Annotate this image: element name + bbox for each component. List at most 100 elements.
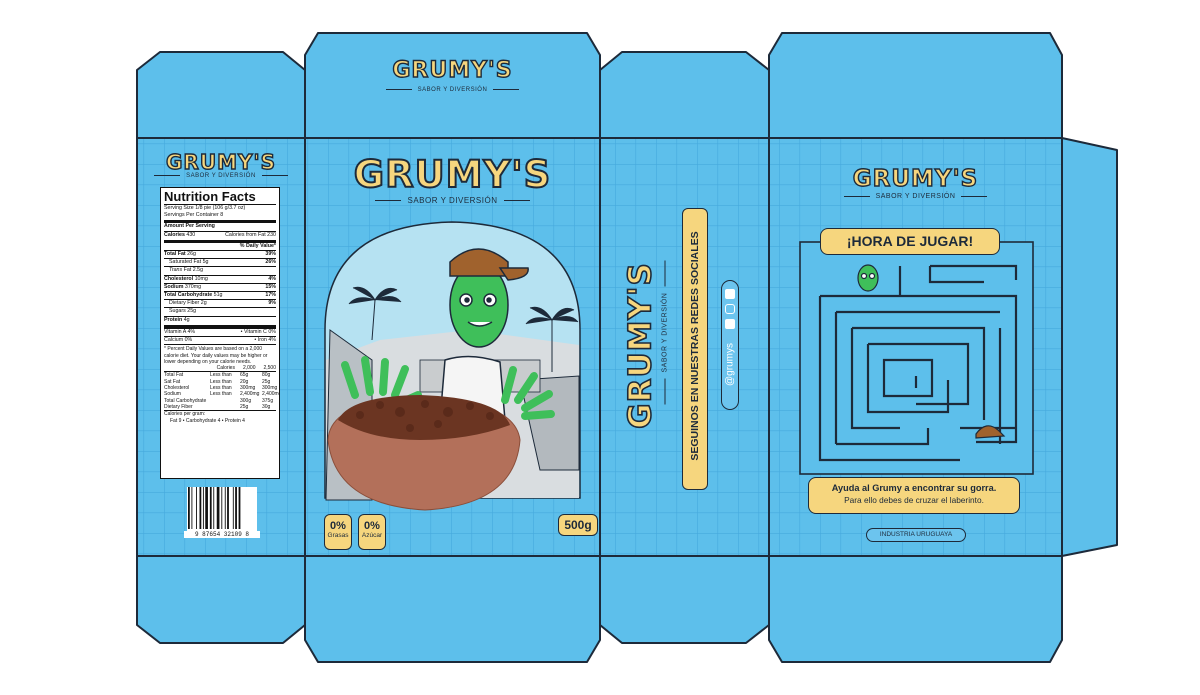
nutrition-row: Total Fat 26g 39% [164, 250, 276, 258]
per-gram-values: Fat 9 • Carbohydrate 4 • Protein 4 [170, 417, 245, 424]
origin-badge: INDUSTRIA URUGUAYA [866, 528, 966, 542]
brand-tagline-top-flap: SABOR Y DIVERSIÓN [306, 87, 599, 93]
nutrition-footnote: * Percent Daily Values are based on a 2,… [164, 344, 276, 365]
nutrition-table-row: Dietary Fiber 25g 30g [164, 403, 271, 410]
nutrition-table-header-cell: Calories [216, 365, 235, 372]
top-flap-front [304, 32, 601, 139]
barcode-bar [205, 487, 208, 529]
brand-logo-side: GRUMY'S [622, 261, 660, 429]
top-flap-side [599, 51, 770, 139]
top-flap-left [136, 51, 306, 139]
glue-flap [1061, 137, 1118, 557]
barcode-number: 9 87654 32109 8 [184, 531, 260, 538]
brand-logo-top-flap: GRUMY'S [392, 58, 513, 83]
nutrition-row: Sugars 25g [164, 307, 276, 315]
nutrition-facts-panel: Nutrition Facts Serving Size 1/8 pie (10… [160, 187, 280, 479]
barcode-bar [227, 487, 229, 529]
brand-logo-left: GRUMY'S [165, 150, 276, 174]
barcode-bar [224, 487, 226, 529]
calories-value: 430 [186, 231, 196, 238]
instagram-icon[interactable] [725, 304, 735, 314]
nutrition-row: Saturated Fat 5g 26% [164, 258, 276, 266]
nutrition-row: Cholesterol 10mg 4% [164, 274, 276, 283]
nutrition-row: Total Carbohydrate 51g 17% [164, 291, 276, 299]
nutrition-rows: Total Fat 26g 39% Saturated Fat 5g 26% Trans… [164, 250, 276, 324]
daily-value-header: % Daily Value* [239, 242, 276, 249]
nutrition-row: Trans Fat 2.5g [164, 266, 276, 274]
grumy-face [857, 264, 879, 292]
nutrition-row-dv: 17% [265, 292, 276, 299]
maze [799, 241, 1034, 475]
nutrition-row-label: Total Carbohydrate 51g [164, 292, 223, 299]
nutrition-row-label: Trans Fat 2.5g [169, 267, 204, 274]
barcode-bar [188, 487, 190, 529]
barcode-bar [199, 487, 202, 529]
barcode-bar [238, 487, 241, 529]
barcode-bar [196, 487, 197, 529]
bottom-flap-back [768, 555, 1063, 663]
maze-instructions: Ayuda al Grumy a encontrar su gorra. Par… [808, 477, 1020, 514]
instruction-sub: Para ello debes de cruzar el laberinto. [844, 495, 984, 505]
vitamin-row: Vitamin A 4% • Vitamin C 0% [164, 327, 276, 335]
servings-per-container: Servings Per Container 8 [164, 212, 224, 219]
per-gram-title: Calories per gram: [164, 410, 276, 417]
brand-logo-front: GRUMY'S [353, 153, 552, 196]
top-flap-back [768, 32, 1063, 139]
brand-logo-back: GRUMY'S [852, 166, 979, 192]
barcode-bar [235, 487, 237, 529]
nutrition-row-dv: 4% [268, 275, 276, 282]
nutrition-row-label: Saturated Fat 5g [169, 259, 209, 266]
barcode-bar [213, 487, 215, 529]
social-handle[interactable]: @grumys [725, 336, 736, 394]
badge-fat-pct: 0% [330, 520, 346, 532]
badge-sugar-label: Azúcar [361, 532, 383, 539]
brand-tagline-back: SABOR Y DIVERSIÓN [770, 193, 1061, 200]
nutrition-row-dv: 39% [265, 251, 276, 258]
social-pill: @grumys [721, 280, 739, 410]
nutrition-row-label: Sugars 25g [169, 308, 197, 315]
game-title: ¡HORA DE JUGAR! [820, 228, 1000, 255]
nutrition-row: Dietary Fiber 2g 9% [164, 299, 276, 307]
badge-fat-label: Grasas [327, 532, 349, 539]
net-weight: 500g [558, 514, 598, 536]
bottom-flap-front [304, 555, 601, 663]
badge-sugar: 0% Azúcar [358, 514, 386, 550]
calories-from-fat: Calories from Fat 230 [225, 231, 276, 238]
nutrition-row-label: Sodium 370mg [164, 283, 202, 290]
cereal-box-dieline: GRUMY'S SABOR Y DIVERSIÓN Nutrition Fact… [0, 0, 1200, 695]
serving-size: Serving Size 1/8 pie (106 g/3.7 oz) [164, 205, 246, 211]
brand-tagline-left: SABOR Y DIVERSIÓN [140, 173, 302, 179]
barcode-bar [216, 487, 220, 529]
bottom-flap-left [136, 555, 306, 644]
front-illustration [324, 221, 581, 511]
nutrition-row-dv: 9% [268, 300, 276, 307]
facebook-icon[interactable] [725, 319, 735, 329]
nutrition-row-label: Dietary Fiber 2g [169, 300, 207, 307]
nutrition-row-label: Cholesterol 10mg [164, 275, 208, 282]
nutrition-row-label: Protein 4g [164, 316, 190, 323]
barcode-bar [232, 487, 234, 529]
nutrition-row-dv: 15% [265, 283, 276, 290]
nutrition-table-header-cell: 2,500 [263, 365, 276, 372]
barcode-bar [209, 487, 212, 529]
amount-per-serving: Amount Per Serving [164, 223, 215, 230]
barcode-bar [221, 487, 223, 529]
nutrition-table-header-cell: 2,000 [242, 365, 256, 372]
nutrition-row: Sodium 370mg 15% [164, 282, 276, 291]
youtube-icon[interactable] [725, 289, 735, 299]
nutrition-title: Nutrition Facts [164, 189, 256, 204]
nutrition-row-dv: 26% [265, 259, 276, 266]
barcode-bar [202, 487, 204, 529]
nutrition-row-label: Total Fat 26g [164, 251, 196, 258]
vitamin-rows: Vitamin A 4% • Vitamin C 0% Calcium 0% • Ir… [164, 327, 276, 344]
barcode [187, 487, 257, 533]
brand-tagline-front: SABOR Y DIVERSIÓN [306, 196, 599, 205]
nutrition-table: Total Fat Less than 65g 80g Sat Fat Less than… [164, 371, 279, 410]
barcode-bar [191, 487, 193, 529]
brand-tagline-side: SABOR Y DIVERSIÓN [662, 275, 669, 405]
nutrition-row: Protein 4g [164, 315, 276, 324]
calories-label: Calories [164, 231, 185, 238]
badge-sugar-pct: 0% [364, 520, 380, 532]
vitamin-row: Calcium 0% • Iron 4% [164, 336, 276, 344]
badge-fat: 0% Grasas [324, 514, 352, 550]
